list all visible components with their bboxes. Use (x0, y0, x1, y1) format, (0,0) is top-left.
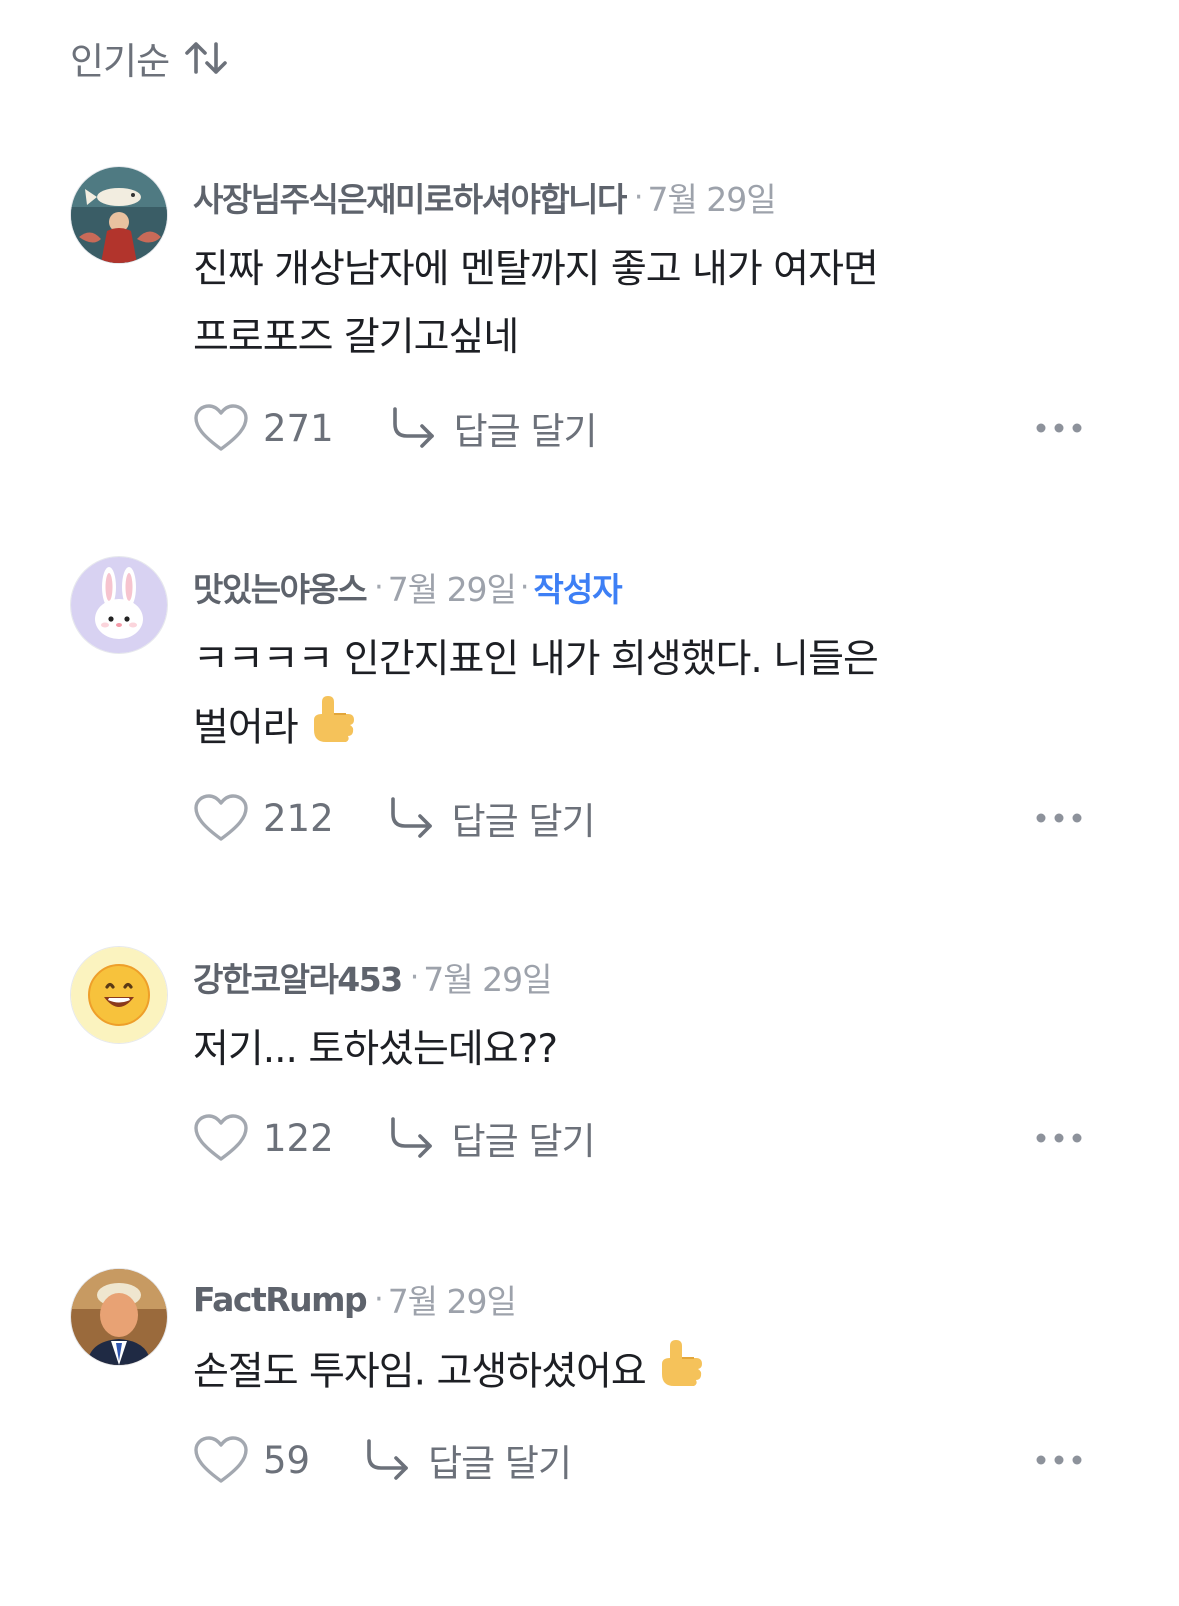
comment-date: 7월 29일 (647, 180, 776, 219)
comment-line-with-emoji: 벌어라 (193, 694, 1013, 766)
meta-separator: · (409, 959, 420, 995)
avatar[interactable] (70, 556, 168, 654)
comment-line: 프로포즈 갈기고싶네 (193, 315, 519, 360)
avatar[interactable] (70, 946, 168, 1044)
like-button[interactable]: 271 (193, 403, 334, 453)
comment-author[interactable]: 강한코알라453 (193, 953, 403, 1001)
reply-button[interactable]: 답글 달기 (364, 1433, 572, 1487)
more-options-button[interactable] (1035, 788, 1083, 848)
comment-body: ㅋㅋㅋㅋ 인간지표인 내가 희생했다. 니들은 벌어라 (193, 626, 1013, 766)
heart-icon (194, 1436, 248, 1483)
reply-label: 답글 달기 (453, 410, 598, 453)
comment-line: 저기... 토하셨는데요?? (193, 1027, 558, 1072)
comment-line-text: 벌어라 (193, 705, 299, 751)
more-dots-icon (1036, 1455, 1082, 1465)
like-count: 212 (263, 796, 334, 840)
like-button[interactable]: 59 (193, 1435, 310, 1485)
more-options-button[interactable] (1035, 1430, 1083, 1490)
comment-author[interactable]: 사장님주식은재미로하셔야합니다 (193, 173, 627, 221)
comment-date: 7월 29일 (387, 570, 517, 609)
more-dots-icon (1036, 1133, 1082, 1143)
avatar[interactable] (70, 1268, 168, 1366)
meta-separator: · (374, 1281, 384, 1317)
like-count: 122 (263, 1116, 334, 1160)
avatar[interactable] (70, 166, 168, 264)
like-count: 59 (263, 1438, 311, 1482)
reply-arrow-icon (390, 1117, 432, 1158)
reply-button[interactable]: 답글 달기 (388, 791, 596, 845)
thumbs-up-icon (658, 1338, 704, 1410)
comment-date: 7월 29일 (387, 1282, 517, 1321)
reply-button[interactable]: 답글 달기 (388, 1111, 596, 1165)
reply-button[interactable]: 답글 달기 (390, 401, 598, 455)
comment-body: 저기... 토하셨는데요?? (193, 1016, 1013, 1084)
meta-separator: · (633, 179, 644, 215)
sort-label: 인기순 (70, 40, 170, 83)
like-button[interactable]: 212 (193, 793, 334, 843)
comment-date: 7월 29일 (423, 960, 552, 999)
heart-icon (194, 794, 248, 841)
author-badge: 작성자 (533, 570, 622, 609)
reply-label: 답글 달기 (428, 1442, 572, 1485)
meta-separator: · (519, 569, 530, 605)
reply-label: 답글 달기 (451, 1120, 596, 1163)
sort-arrows-icon (183, 38, 229, 78)
meta-separator: · (374, 569, 384, 605)
thumbs-up-icon (310, 694, 356, 766)
comment-line-text: 손절도 투자임. 고생하셨어요 (193, 1349, 647, 1395)
more-options-button[interactable] (1035, 398, 1083, 458)
sort-toggle[interactable]: 인기순 (70, 30, 229, 86)
reply-arrow-icon (367, 1439, 408, 1480)
comment-body: 손절도 투자임. 고생하셨어요 (193, 1338, 1013, 1410)
comment-line-with-emoji: 손절도 투자임. 고생하셨어요 (193, 1338, 1013, 1410)
more-dots-icon (1036, 813, 1082, 823)
reply-arrow-icon (392, 407, 434, 448)
like-button[interactable]: 122 (193, 1113, 334, 1163)
reply-arrow-icon (390, 797, 432, 838)
like-count: 271 (263, 406, 334, 450)
comment-body: 진짜 개상남자에 멘탈까지 좋고 내가 여자면 프로포즈 갈기고싶네 (193, 236, 1013, 372)
heart-icon (194, 1114, 248, 1161)
comment-author[interactable]: FactRump (193, 1280, 368, 1319)
more-options-button[interactable] (1035, 1108, 1083, 1168)
heart-icon (194, 404, 248, 451)
comment-line: 진짜 개상남자에 멘탈까지 좋고 내가 여자면 (193, 247, 879, 292)
comment-author[interactable]: 맛있는야옹스 (193, 563, 368, 611)
comment-line: ㅋㅋㅋㅋ 인간지표인 내가 희생했다. 니들은 (193, 637, 879, 682)
reply-label: 답글 달기 (451, 800, 596, 843)
more-dots-icon (1036, 423, 1082, 433)
